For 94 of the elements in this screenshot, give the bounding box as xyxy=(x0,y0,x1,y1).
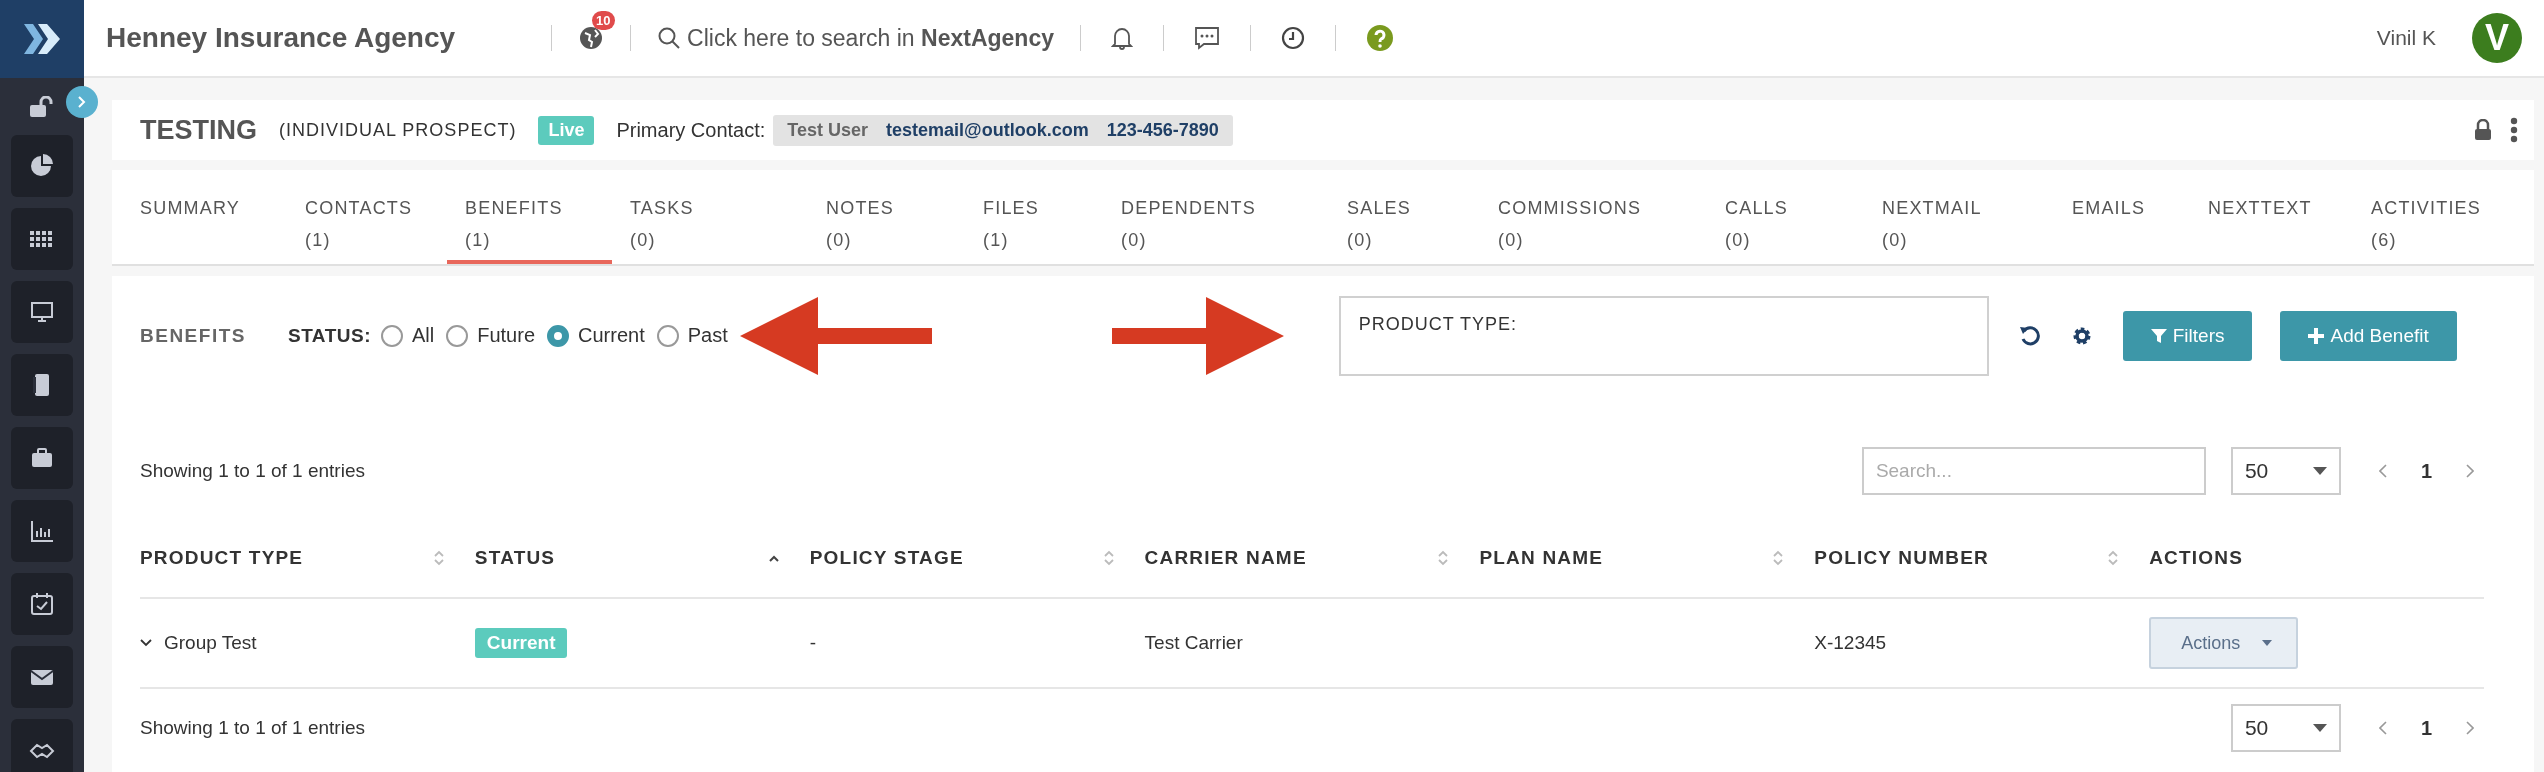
status-radio[interactable]: Future xyxy=(446,324,535,347)
tab[interactable]: EMAILS xyxy=(2054,170,2190,264)
actions-dropdown[interactable]: Actions xyxy=(2149,617,2299,669)
caret-down-icon xyxy=(2262,640,2273,646)
section-title: BENEFITS xyxy=(140,324,246,347)
tab[interactable]: SUMMARY xyxy=(122,170,287,264)
tab[interactable]: NOTES (0) xyxy=(808,170,965,264)
radio-button[interactable] xyxy=(446,324,469,347)
briefcase-icon[interactable] xyxy=(11,427,73,489)
caret-down-icon xyxy=(2312,724,2327,732)
status-radio[interactable]: Past xyxy=(656,324,728,347)
column-header[interactable]: PLAN NAME xyxy=(1479,547,1815,569)
entries-info: Showing 1 to 1 of 1 entries xyxy=(140,717,365,739)
tab[interactable]: TASKS (0) xyxy=(612,170,808,264)
entries-info: Showing 1 to 1 of 1 entries xyxy=(140,460,365,482)
column-header[interactable]: PRODUCT TYPE xyxy=(140,547,475,569)
chevron-right-icon xyxy=(77,95,87,109)
primary-contact-label: Primary Contact: xyxy=(616,118,766,142)
chat-icon[interactable] xyxy=(1193,26,1220,50)
lock-icon[interactable] xyxy=(2474,119,2492,141)
tab[interactable]: CONTACTS (1) xyxy=(287,170,447,264)
tab[interactable]: CALLS (0) xyxy=(1707,170,1864,264)
page-size-select[interactable]: 50 xyxy=(2230,704,2341,752)
column-header[interactable]: STATUS xyxy=(474,547,810,569)
product-type-field[interactable]: PRODUCT TYPE: xyxy=(1338,295,1989,376)
grid-icon[interactable] xyxy=(11,208,73,270)
logo-icon[interactable] xyxy=(0,0,84,78)
status-badge: Live xyxy=(538,115,595,145)
tab[interactable]: ACTIVITIES (6) xyxy=(2353,170,2503,264)
status-radio[interactable]: Current xyxy=(547,324,645,347)
radio-button[interactable] xyxy=(547,324,569,347)
column-header[interactable]: POLICY STAGE xyxy=(809,547,1145,569)
tab[interactable]: DEPENDENTS (0) xyxy=(1103,170,1329,264)
globe-icon[interactable] xyxy=(578,25,605,51)
sort-icon xyxy=(1102,549,1115,567)
table-cell: Group Test xyxy=(164,632,257,654)
status-radio[interactable]: All xyxy=(380,324,435,347)
clock-icon[interactable] xyxy=(1280,26,1305,50)
agency-title: Henney Insurance Agency xyxy=(106,22,456,54)
unlocked-lock-icon[interactable] xyxy=(29,96,55,118)
chevron-down-icon[interactable] xyxy=(140,639,152,647)
bell-icon[interactable] xyxy=(1110,26,1133,50)
sort-icon xyxy=(2107,549,2120,567)
monitor-icon[interactable] xyxy=(11,281,73,343)
pie-icon[interactable] xyxy=(11,135,73,197)
sort-icon xyxy=(1772,549,1785,567)
table-cell: X-12345 xyxy=(1814,632,1887,654)
tab[interactable]: NEXTTEXT xyxy=(2190,170,2353,264)
page-size-select[interactable]: 50 xyxy=(2230,447,2341,495)
funnel-icon xyxy=(2150,327,2167,344)
previous-page-icon[interactable] xyxy=(2378,464,2387,478)
avatar[interactable]: V xyxy=(2472,13,2522,63)
tab[interactable]: FILES (1) xyxy=(965,170,1103,264)
mail-icon[interactable] xyxy=(11,646,73,708)
expand-sidebar-button[interactable] xyxy=(66,86,98,118)
next-page-icon[interactable] xyxy=(2466,721,2474,735)
chart-icon[interactable] xyxy=(11,500,73,562)
tab[interactable]: BENEFITS (1) xyxy=(447,170,612,264)
page-number[interactable]: 1 xyxy=(2420,716,2432,740)
radio-button[interactable] xyxy=(380,324,403,347)
table-cell: - xyxy=(809,632,817,654)
contact-name: Test User xyxy=(787,119,869,141)
reset-icon[interactable] xyxy=(2018,324,2041,347)
record-name: TESTING xyxy=(140,114,257,146)
radio-button[interactable] xyxy=(656,324,679,347)
plus-icon xyxy=(2308,327,2325,344)
sort-icon xyxy=(432,549,445,567)
tab[interactable]: NEXTMAIL (0) xyxy=(1864,170,2054,264)
book-icon[interactable] xyxy=(11,354,73,416)
column-header[interactable]: ACTIONS xyxy=(2149,547,2484,569)
sort-icon xyxy=(1437,549,1450,567)
search-field[interactable]: Search... xyxy=(1861,447,2206,495)
status-badge: Current xyxy=(474,628,568,658)
calendar-icon[interactable] xyxy=(11,573,73,635)
tab[interactable]: COMMISSIONS (0) xyxy=(1480,170,1707,264)
page-number[interactable]: 1 xyxy=(2420,459,2432,483)
record-type: (INDIVIDUAL PROSPECT) xyxy=(279,119,517,141)
global-search[interactable]: Click here to search in NextAgency xyxy=(657,24,1054,52)
help-icon[interactable] xyxy=(1365,24,1394,52)
notification-badge: 10 xyxy=(592,11,615,30)
table-cell: Test Carrier xyxy=(1144,632,1243,654)
user-name[interactable]: Vinil K xyxy=(2376,26,2436,50)
tab[interactable]: SALES (0) xyxy=(1329,170,1480,264)
contact-phone[interactable]: 123-456-7890 xyxy=(1106,119,1219,141)
search-icon xyxy=(657,26,682,50)
status-label: STATUS: xyxy=(287,324,371,347)
next-page-icon[interactable] xyxy=(2466,464,2474,478)
more-options-icon[interactable] xyxy=(2510,117,2518,143)
column-header[interactable]: POLICY NUMBER xyxy=(1814,547,2150,569)
sort-ascending-icon xyxy=(767,554,780,562)
previous-page-icon[interactable] xyxy=(2378,721,2387,735)
contact-email[interactable]: testemail@outlook.com xyxy=(886,119,1089,141)
caret-down-icon xyxy=(2312,467,2327,475)
column-header[interactable]: CARRIER NAME xyxy=(1144,547,1480,569)
